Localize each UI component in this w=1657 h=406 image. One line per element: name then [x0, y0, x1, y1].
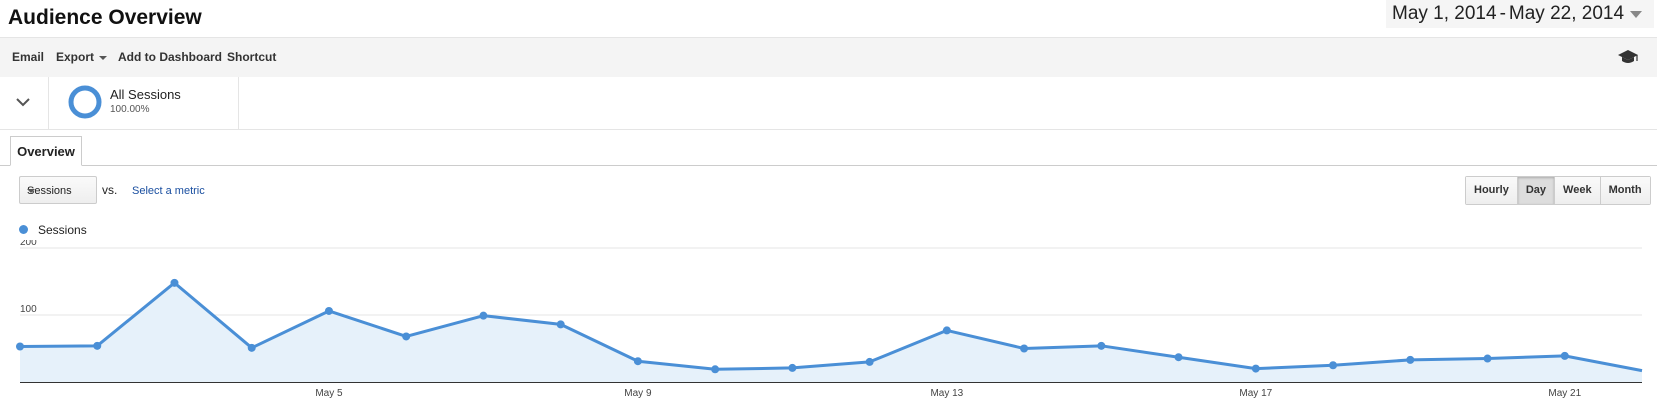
caret-down-icon — [99, 55, 108, 60]
chevron-down-icon — [1630, 10, 1643, 18]
segment-name[interactable]: All Sessions — [110, 87, 181, 102]
date-end: May 22, 2014 — [1508, 3, 1625, 24]
date-start: May 1, 2014 — [1392, 3, 1497, 24]
data-point — [324, 306, 333, 315]
data-point — [1560, 351, 1569, 360]
data-point — [942, 326, 951, 335]
email-button[interactable]: Email — [12, 50, 44, 64]
data-point — [865, 357, 874, 366]
data-point — [1174, 353, 1183, 362]
data-point — [1406, 355, 1415, 364]
series-area — [20, 282, 1642, 382]
hourly-button[interactable]: Hourly — [1466, 177, 1517, 204]
data-point — [479, 311, 488, 320]
sessions-chart: 100 200 May 5 May 9 May 13 May 17 May 21 — [16, 240, 1643, 399]
graduation-cap-icon[interactable] — [1617, 47, 1639, 67]
data-point — [1251, 364, 1260, 373]
segment-ring-icon — [68, 85, 102, 119]
data-point — [247, 343, 256, 352]
x-tick-label: May 17 — [1239, 388, 1272, 399]
chevron-down-icon — [16, 98, 30, 107]
week-button[interactable]: Week — [1554, 177, 1600, 204]
data-point — [633, 357, 642, 366]
day-button[interactable]: Day — [1516, 177, 1555, 204]
page-title: Audience Overview — [8, 6, 202, 29]
export-button[interactable]: Export — [56, 50, 108, 64]
data-point — [170, 278, 179, 287]
data-point — [1483, 354, 1492, 363]
period-buttons: Hourly Day Week Month — [1465, 176, 1651, 205]
report-toolbar: Email Export Add to Dashboard Shortcut — [0, 37, 1657, 77]
data-point — [16, 342, 24, 351]
caret-down-icon — [27, 189, 35, 193]
x-tick-label: May 21 — [1548, 388, 1581, 399]
data-point — [1097, 341, 1106, 350]
month-button[interactable]: Month — [1599, 177, 1650, 204]
data-point — [402, 332, 411, 341]
date-range-picker[interactable]: May 1, 2014 - May 22, 2014 — [1386, 0, 1654, 28]
select-metric-link[interactable]: Select a metric — [132, 185, 205, 197]
tab-baseline — [0, 165, 1657, 166]
y-tick-label: 100 — [20, 304, 37, 315]
legend-swatch — [19, 225, 28, 234]
data-point — [788, 363, 797, 372]
data-point — [1020, 344, 1029, 353]
date-separator: - — [1499, 3, 1506, 24]
y-tick-label: 200 — [20, 240, 37, 248]
segment-bar: All Sessions 100.00% — [0, 77, 1657, 130]
x-tick-label: May 13 — [930, 388, 963, 399]
x-tick-label: May 9 — [624, 388, 652, 399]
data-point — [1329, 361, 1338, 370]
data-point — [93, 341, 102, 350]
segment-percent: 100.00% — [110, 104, 150, 115]
vs-label: vs. — [102, 183, 118, 197]
data-point — [556, 320, 565, 329]
add-to-dashboard-button[interactable]: Add to Dashboard — [118, 50, 222, 64]
x-tick-label: May 5 — [315, 388, 343, 399]
metric-select[interactable]: Sessions — [19, 176, 97, 204]
tab-overview[interactable]: Overview — [10, 136, 82, 166]
legend-label: Sessions — [38, 223, 87, 237]
shortcut-button[interactable]: Shortcut — [227, 50, 276, 64]
data-point — [711, 365, 720, 374]
segment-toggle[interactable] — [0, 77, 49, 129]
segment-divider — [238, 77, 239, 129]
export-label: Export — [56, 50, 95, 64]
